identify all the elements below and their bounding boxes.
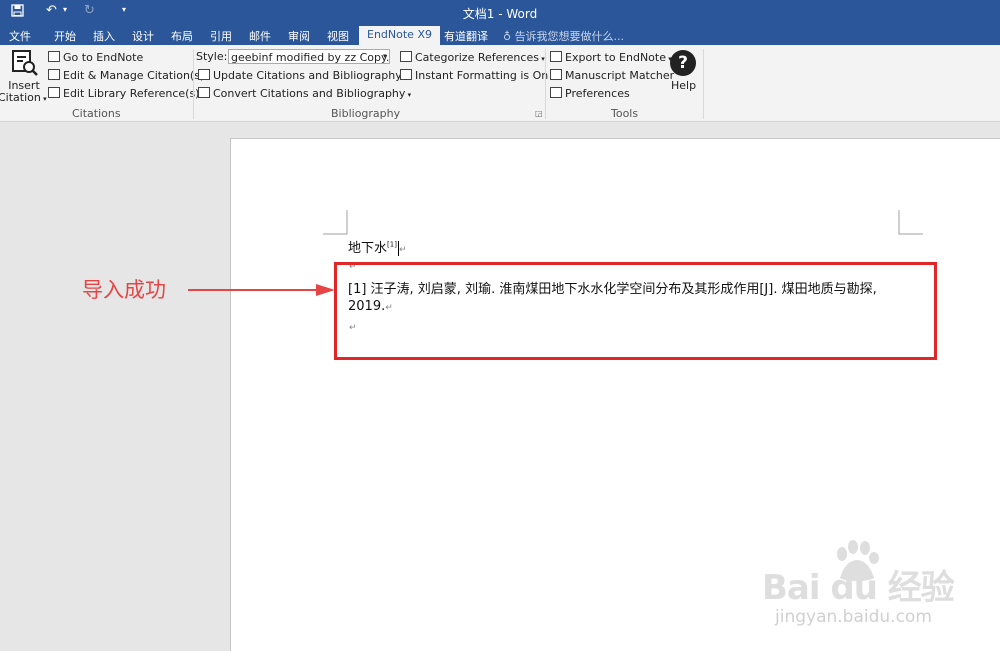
ribbon: Insert Citation ▾ Go to EndNote Edit & M…: [0, 45, 1000, 122]
lightbulb-icon: ♁: [503, 30, 515, 43]
heading-text: 地下水: [348, 241, 388, 256]
categorize-icon: [400, 51, 412, 62]
paragraph-mark: ↵: [398, 245, 407, 255]
margin-corner-mark: [323, 210, 348, 235]
watermark-url: jingyan.baidu.com: [775, 607, 932, 627]
insert-citation-icon: [12, 50, 38, 76]
tab-design[interactable]: 设计: [132, 28, 154, 44]
tab-references[interactable]: 引用: [210, 28, 232, 44]
document-heading[interactable]: 地下水[1]↵: [348, 237, 406, 256]
instant-formatting-button[interactable]: Instant Formatting is On ▾: [400, 69, 554, 82]
tab-endnote[interactable]: EndNote X9: [359, 26, 440, 45]
tab-mailings[interactable]: 邮件: [249, 28, 271, 44]
convert-icon: [198, 87, 210, 98]
insert-citation-label-2: Citation: [0, 91, 41, 104]
instant-formatting-icon: [400, 69, 412, 80]
tab-review[interactable]: 审阅: [288, 28, 310, 44]
tab-home[interactable]: 开始: [54, 28, 76, 44]
edit-citation-icon: [48, 69, 60, 80]
export-to-endnote-button[interactable]: Export to EndNote ▾: [550, 51, 672, 64]
tab-view[interactable]: 视图: [327, 28, 349, 44]
dialog-launcher-icon[interactable]: ◲: [535, 109, 543, 118]
insert-citation-button[interactable]: Insert Citation ▾: [0, 49, 47, 105]
style-dropdown-icon[interactable]: ▾: [383, 52, 387, 60]
export-icon: [550, 51, 562, 62]
update-icon: [198, 69, 210, 80]
group-separator: [703, 49, 704, 119]
edit-library-icon: [48, 87, 60, 98]
manuscript-matcher-button[interactable]: Manuscript Matcher: [550, 69, 674, 82]
preferences-icon: [550, 87, 562, 98]
group-separator: [545, 49, 546, 119]
tab-file[interactable]: 文件: [9, 28, 31, 44]
chevron-down-icon: ▾: [40, 95, 47, 103]
chevron-down-icon: ▾: [538, 55, 545, 63]
bibliography-group-label: Bibliography: [331, 107, 401, 120]
preferences-button[interactable]: Preferences: [550, 87, 630, 100]
update-citations-button[interactable]: Update Citations and Bibliography: [198, 69, 402, 82]
arrow-icon: [188, 284, 335, 296]
tab-insert[interactable]: 插入: [93, 28, 115, 44]
endnote-icon: [48, 51, 60, 62]
citations-group-label: Citations: [72, 107, 121, 120]
watermark-logo: Bai du 经验: [762, 568, 955, 608]
style-select[interactable]: geebinf modified by zz Copy...: [228, 49, 390, 64]
highlight-box: [334, 262, 937, 360]
citation-marker[interactable]: [1]: [387, 241, 397, 249]
annotation-label: 导入成功: [82, 278, 166, 302]
tab-youdao[interactable]: 有道翻译: [444, 28, 488, 44]
margin-corner-mark: [898, 210, 923, 235]
style-label: Style:: [196, 50, 228, 63]
title-bar: ↶ ▾ ↻ ▾ 文档1 - Word: [0, 0, 1000, 25]
go-to-endnote-button[interactable]: Go to EndNote: [48, 51, 143, 64]
group-separator: [193, 49, 194, 119]
edit-manage-citations-button[interactable]: Edit & Manage Citation(s): [48, 69, 204, 82]
document-title: 文档1 - Word: [462, 7, 538, 21]
tools-group-label: Tools: [611, 107, 639, 120]
ribbon-tabs: 文件 开始 插入 设计 布局 引用 邮件 审阅 视图 EndNote X9 有道…: [0, 25, 1000, 45]
tell-me-search[interactable]: ♁ 告诉我您想要做什么...: [503, 28, 624, 44]
edit-library-references-button[interactable]: Edit Library Reference(s): [48, 87, 199, 100]
manuscript-matcher-icon: [550, 69, 562, 80]
help-icon[interactable]: ?: [670, 50, 696, 76]
categorize-references-button[interactable]: Categorize References ▾: [400, 51, 545, 64]
chevron-down-icon: ▾: [405, 91, 412, 99]
convert-citations-button[interactable]: Convert Citations and Bibliography ▾: [198, 87, 411, 100]
help-label: Help: [671, 79, 697, 92]
tab-layout[interactable]: 布局: [171, 28, 193, 44]
